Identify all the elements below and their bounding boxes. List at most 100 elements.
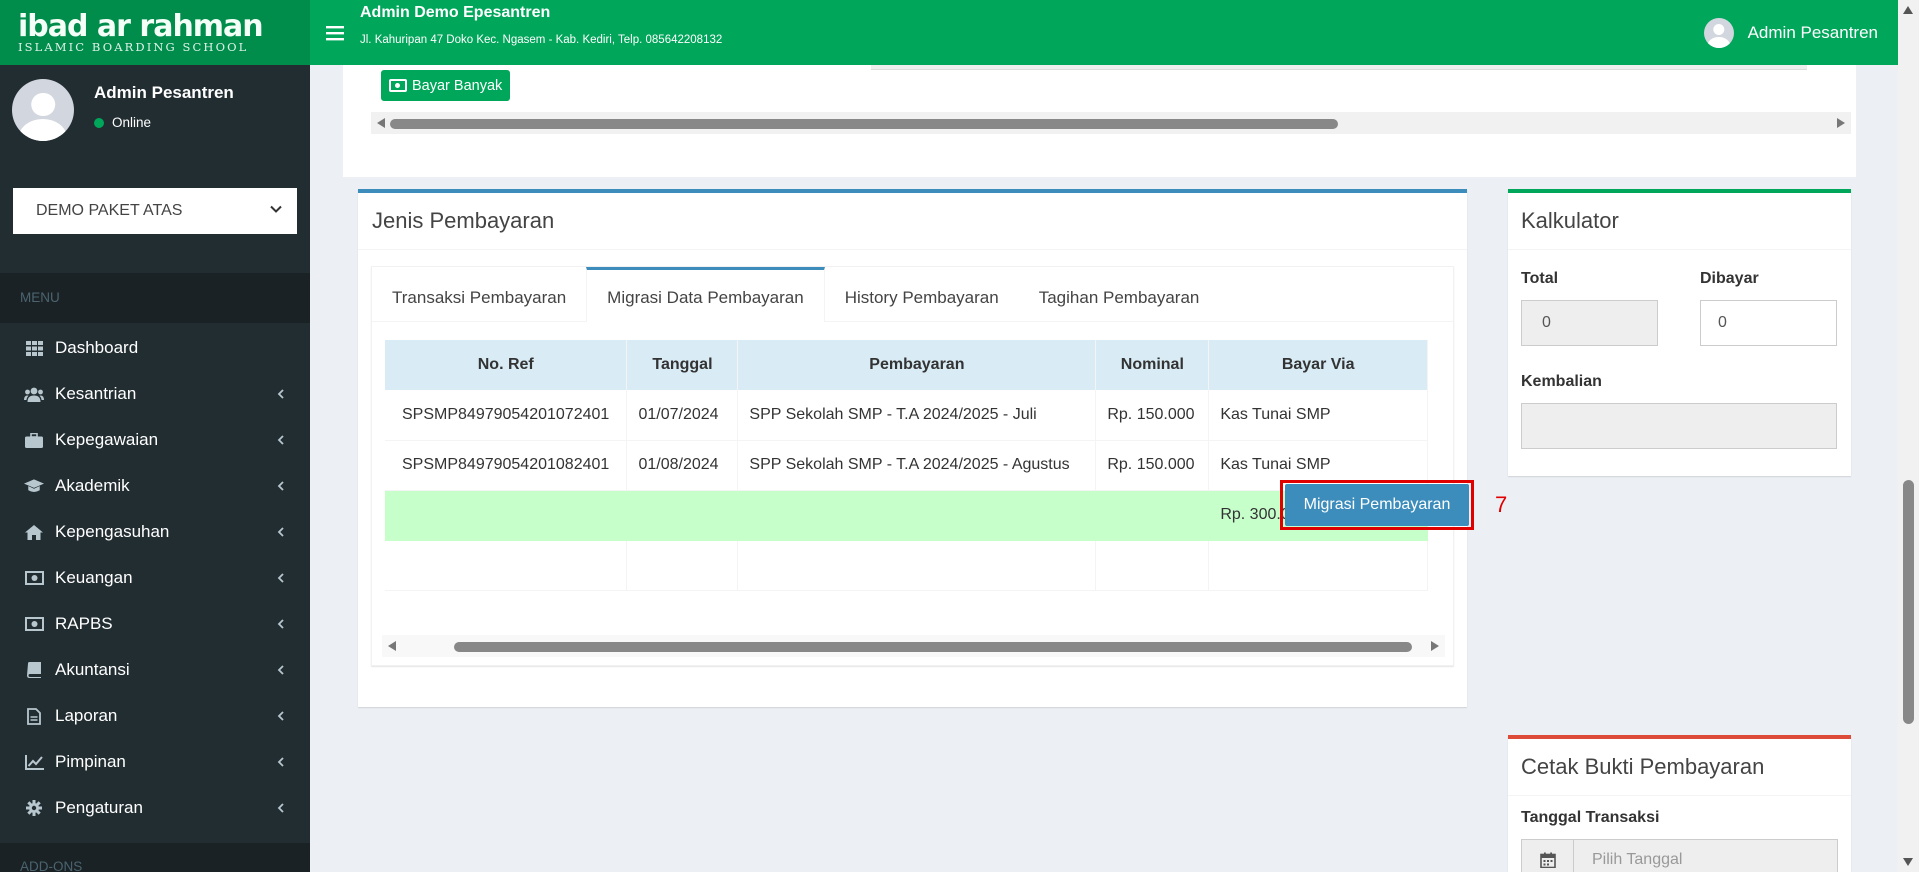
money-icon <box>24 568 44 588</box>
column-header: No. Ref <box>385 340 628 390</box>
home-icon <box>24 522 44 542</box>
table-cell: 01/08/2024 <box>626 440 739 491</box>
column-header: Bayar Via <box>1208 340 1428 390</box>
grid-icon <box>24 338 44 358</box>
box-title: Jenis Pembayaran <box>358 193 1467 250</box>
scroll-up-icon[interactable] <box>1903 6 1913 14</box>
sidebar-item-label: RAPBS <box>55 614 113 633</box>
addons-header: ADD-ONS <box>0 843 310 872</box>
bayar-banyak-button[interactable]: Bayar Banyak <box>381 70 511 101</box>
sidebar-menu: Dashboard Kesantrian Kepegawaian Akademi… <box>0 325 310 831</box>
sidebar-item-label: Kesantrian <box>55 384 137 403</box>
table-header-row: No. Ref Tanggal Pembayaran Nominal Bayar… <box>385 340 1428 390</box>
header-title: Admin Demo Epesantren <box>360 4 551 21</box>
box-title: Kalkulator <box>1508 193 1851 250</box>
sidebar-item-kepengasuhan[interactable]: Kepengasuhan <box>0 509 310 555</box>
package-select[interactable]: DEMO PAKET ATAS <box>13 188 297 234</box>
sidebar-item-kesantrian[interactable]: Kesantrian <box>0 371 310 417</box>
table-cell: SPSMP84979054201082401 <box>385 440 628 491</box>
sidebar-item-label: Akademik <box>55 476 130 495</box>
header-user-name: Admin Pesantren <box>1747 22 1878 42</box>
menu-header: MENU <box>0 273 310 323</box>
users-icon <box>24 384 44 404</box>
dibayar-label: Dibayar <box>1700 270 1759 287</box>
main-content: Bayar Banyak Jenis Pembayaran Transaksi … <box>310 65 1898 872</box>
header-info: Admin Demo Epesantren Jl. Kahuripan 47 D… <box>360 0 1704 65</box>
file-icon <box>24 706 44 726</box>
page-vertical-scrollbar[interactable] <box>1898 0 1919 872</box>
status-dot-icon <box>94 117 104 128</box>
money-icon <box>389 79 407 92</box>
total-label: Total <box>1521 270 1559 287</box>
sidebar-item-keuangan[interactable]: Keuangan <box>0 555 310 601</box>
sidebar-toggle-icon[interactable] <box>310 0 360 65</box>
dibayar-field[interactable]: 0 <box>1700 300 1837 346</box>
package-select-value: DEMO PAKET ATAS <box>36 202 183 219</box>
tab-tagihan-pembayaran[interactable]: Tagihan Pembayaran <box>1019 267 1220 322</box>
tab-transaksi-pembayaran[interactable]: Transaksi Pembayaran <box>372 267 586 322</box>
chevron-left-icon <box>277 619 284 629</box>
table-cell: SPSMP84979054201072401 <box>385 390 628 441</box>
kalkulator-box: Kalkulator Total 0 Dibayar 0 Kembalian <box>1508 189 1851 476</box>
sidebar-item-laporan[interactable]: Laporan <box>0 693 310 739</box>
column-header: Pembayaran <box>737 340 1097 390</box>
column-header: Tanggal <box>626 340 739 390</box>
kembalian-field <box>1521 403 1837 449</box>
logo[interactable]: ibad ar rahman ISLAMIC BOARDING SCHOOL <box>0 0 310 65</box>
horizontal-scrollbar[interactable] <box>371 112 1851 134</box>
table-cell: Rp. 150.000 <box>1095 390 1210 441</box>
logo-main-text: ibad ar rahman <box>18 8 264 44</box>
sidebar-item-label: Kepengasuhan <box>55 522 170 541</box>
bayar-banyak-label: Bayar Banyak <box>412 77 503 94</box>
box-title: Cetak Bukti Pembayaran <box>1508 739 1851 796</box>
sidebar-item-dashboard[interactable]: Dashboard <box>0 325 310 371</box>
book-icon <box>24 660 44 680</box>
chevron-left-icon <box>277 527 284 537</box>
scroll-left-icon[interactable] <box>388 641 396 651</box>
scroll-right-icon[interactable] <box>1837 118 1845 128</box>
calendar-icon[interactable] <box>1521 839 1574 872</box>
chevron-left-icon <box>277 389 284 399</box>
sidebar-item-pengaturan[interactable]: Pengaturan <box>0 785 310 831</box>
scrollbar-thumb[interactable] <box>1903 480 1914 724</box>
scrollbar-thumb[interactable] <box>390 119 1338 129</box>
tanggal-transaksi-input[interactable]: Pilih Tanggal <box>1574 839 1838 872</box>
tab-bar: Transaksi Pembayaran Migrasi Data Pembay… <box>372 267 1453 322</box>
sidebar-item-label: Pengaturan <box>55 798 143 817</box>
sidebar-item-akademik[interactable]: Akademik <box>0 463 310 509</box>
sidebar-item-pimpinan[interactable]: Pimpinan <box>0 739 310 785</box>
chevron-left-icon <box>277 803 284 813</box>
sidebar-item-label: Laporan <box>55 706 118 725</box>
sidebar-item-rapbs[interactable]: RAPBS <box>0 601 310 647</box>
scroll-right-icon[interactable] <box>1431 641 1439 651</box>
tanggal-transaksi-label: Tanggal Transaksi <box>1521 809 1660 826</box>
tab-content: No. Ref Tanggal Pembayaran Nominal Bayar… <box>385 340 1428 640</box>
tab-history-pembayaran[interactable]: History Pembayaran <box>825 267 1019 322</box>
sidebar-item-label: Kepegawaian <box>55 430 159 449</box>
column-header: Nominal <box>1095 340 1210 390</box>
logo-sub-text: ISLAMIC BOARDING SCHOOL <box>18 39 249 54</box>
top-panel: Bayar Banyak <box>343 65 1856 177</box>
line-chart-icon <box>24 752 44 772</box>
chevron-left-icon <box>277 665 284 675</box>
scrollbar-thumb[interactable] <box>454 642 1412 652</box>
migrasi-pembayaran-button[interactable]: Migrasi Pembayaran <box>1285 484 1469 526</box>
tab-migrasi-data-pembayaran[interactable]: Migrasi Data Pembayaran <box>586 267 825 322</box>
sidebar-item-akuntansi[interactable]: Akuntansi <box>0 647 310 693</box>
status-text: Online <box>112 115 152 130</box>
table-cell: SPP Sekolah SMP - T.A 2024/2025 - Agustu… <box>737 440 1097 491</box>
table-cell: 01/07/2024 <box>626 390 739 441</box>
sidebar-user-name: Admin Pesantren <box>94 83 234 102</box>
briefcase-icon <box>24 430 44 450</box>
sidebar-item-label: Pimpinan <box>55 752 126 771</box>
table-row: SPSMP84979054201082401 01/08/2024 SPP Se… <box>385 440 1428 491</box>
total-field: 0 <box>1521 300 1658 346</box>
scroll-left-icon[interactable] <box>377 118 385 128</box>
table-cell: Rp. 150.000 <box>1095 440 1210 491</box>
table-horizontal-scrollbar[interactable] <box>382 635 1445 657</box>
header-user-menu[interactable]: Admin Pesantren <box>1703 0 1898 65</box>
sidebar-item-kepegawaian[interactable]: Kepegawaian <box>0 417 310 463</box>
user-avatar-icon <box>1703 17 1734 48</box>
scroll-down-icon[interactable] <box>1903 858 1913 866</box>
sidebar-item-label: Dashboard <box>55 338 139 357</box>
